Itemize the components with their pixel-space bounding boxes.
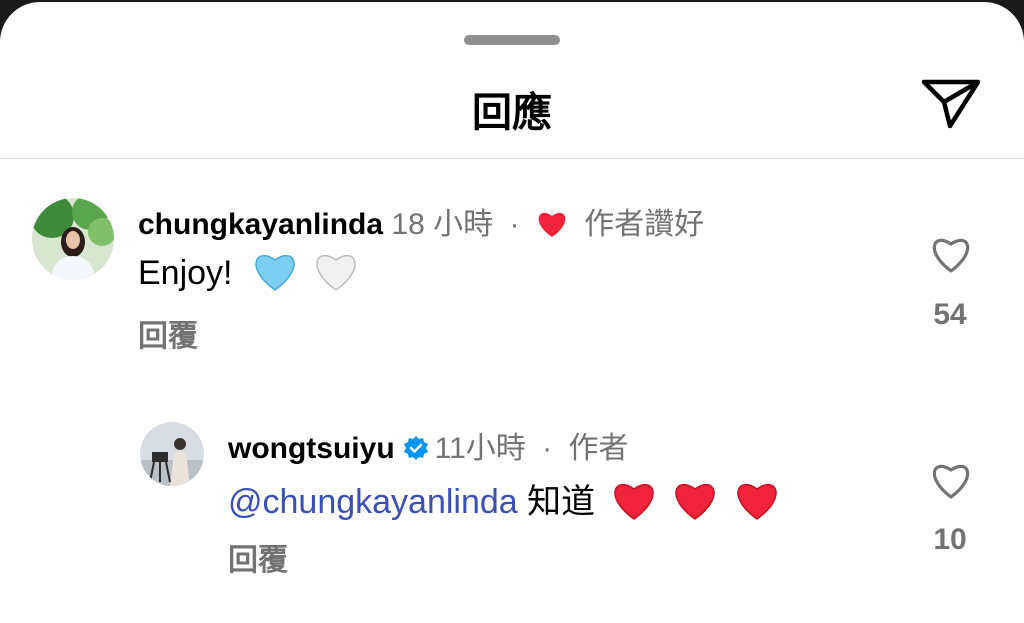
comment-time: 18 小時: [391, 208, 494, 241]
verified-badge-icon: [403, 436, 428, 460]
red-heart-icon: [736, 483, 777, 520]
mention-link[interactable]: @chungkayanlinda: [228, 483, 518, 521]
reply-text: @chungkayanlinda 知道: [228, 474, 780, 523]
light-blue-heart-icon: [255, 254, 295, 291]
liked-by-author-label: 作者讚好: [584, 208, 705, 241]
page-title: 回應: [472, 90, 552, 136]
reply-username[interactable]: wongtsuiyu: [228, 432, 395, 465]
reply-text-content: 知道: [517, 483, 596, 521]
comment-text-content: Enjoy!: [138, 254, 233, 292]
like-count: 10: [933, 523, 967, 556]
header-divider: [0, 158, 1024, 159]
like-heart-icon[interactable]: [929, 460, 973, 500]
comment-meta: chungkayanlinda 18 小時 · 作者讚好: [138, 199, 704, 243]
send-icon[interactable]: [920, 74, 982, 130]
reply-meta: wongtsuiyu 11小時 · 作者: [228, 423, 629, 467]
like-count: 54: [933, 298, 967, 331]
meta-separator: ·: [542, 432, 553, 465]
author-badge: 作者: [568, 432, 629, 465]
red-heart-icon: [538, 212, 566, 237]
meta-separator: ·: [509, 208, 520, 241]
red-heart-icon: [614, 483, 654, 520]
comment-username[interactable]: chungkayanlinda: [138, 208, 383, 241]
reply-time: 11小時: [434, 432, 526, 465]
avatar[interactable]: [32, 198, 114, 280]
white-heart-icon: [316, 254, 357, 291]
sheet-grabber-handle[interactable]: [464, 35, 560, 45]
reply-button[interactable]: 回覆: [228, 535, 288, 579]
red-heart-icon: [675, 483, 715, 520]
reply-button[interactable]: 回覆: [138, 311, 198, 355]
comments-sheet: 回應 chungkayanlinda 18 小時 · 作者讚好 Enjoy! 回…: [0, 2, 1024, 623]
avatar[interactable]: [140, 422, 204, 486]
like-heart-icon[interactable]: [929, 234, 973, 274]
comment-text: Enjoy!: [138, 250, 359, 293]
